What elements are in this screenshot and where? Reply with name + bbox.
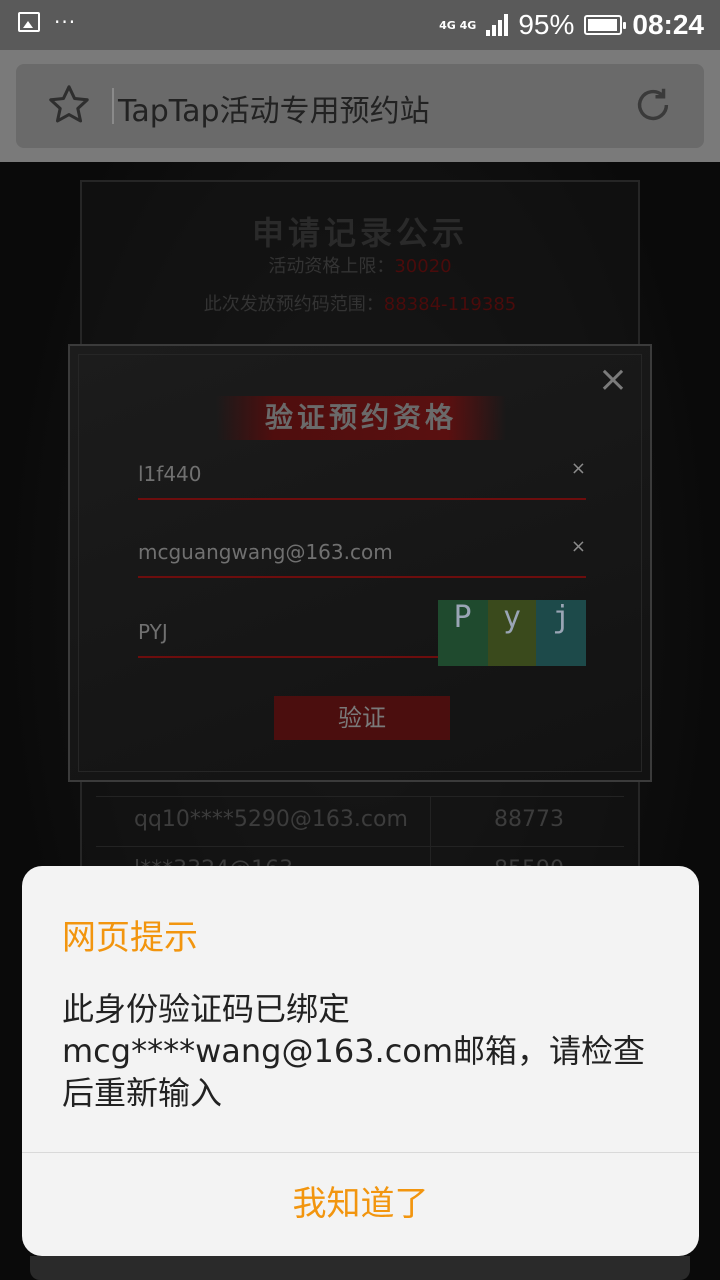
alert-message: 此身份验证码已绑定mcg****wang@163.com邮箱，请检查后重新输入: [62, 990, 646, 1112]
bottom-edge: [30, 1256, 690, 1280]
alert-title: 网页提示: [62, 918, 198, 958]
ok-button[interactable]: 我知道了: [22, 1153, 699, 1256]
alert-dialog: 网页提示 此身份验证码已绑定mcg****wang@163.com邮箱，请检查后…: [22, 866, 699, 1256]
